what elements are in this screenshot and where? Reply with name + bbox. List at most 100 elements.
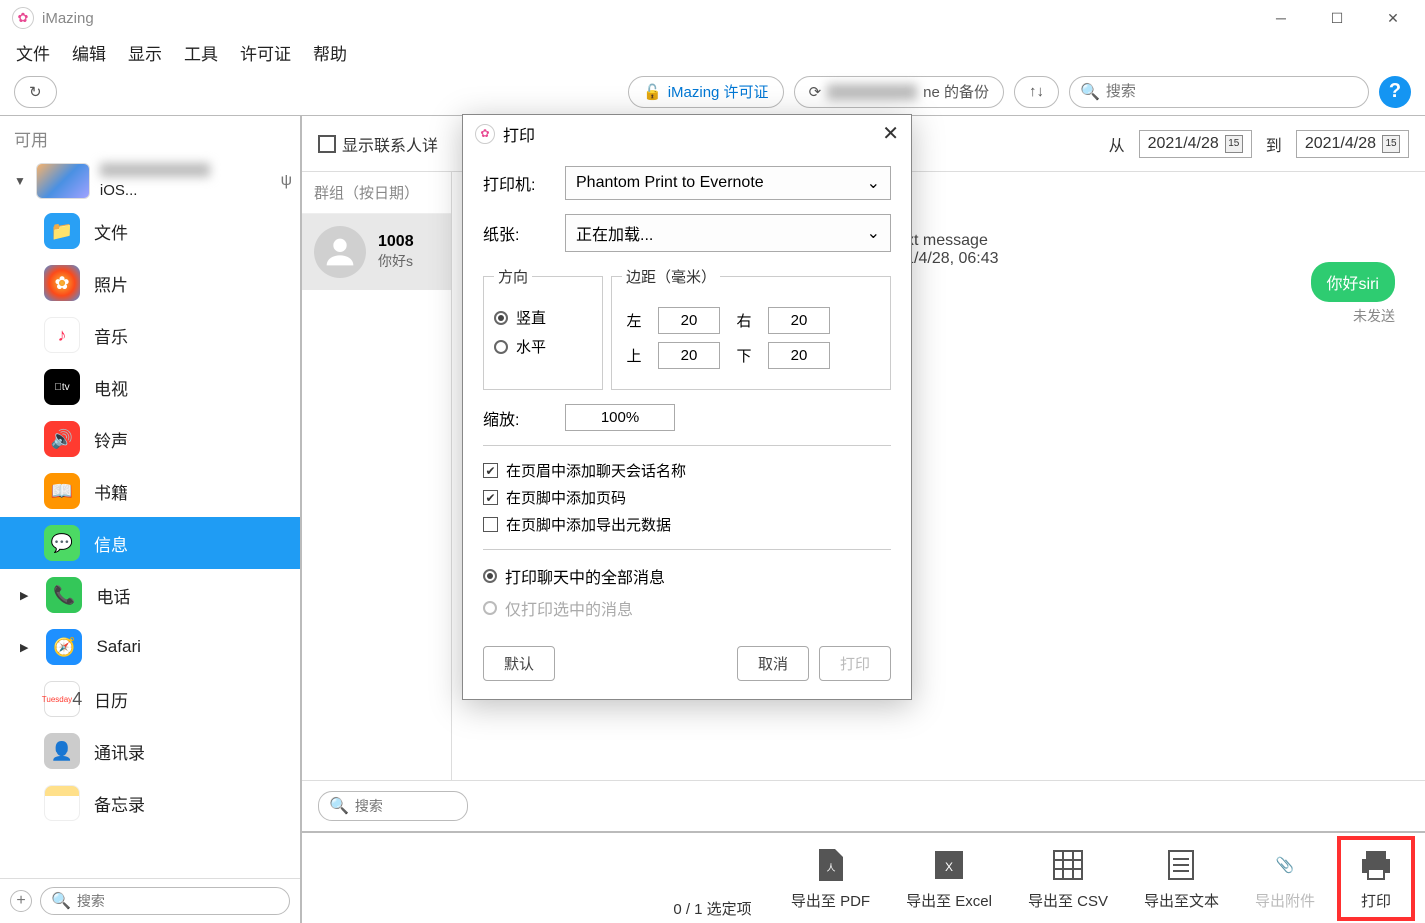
close-button[interactable]: ✕ — [1365, 0, 1421, 36]
folder-icon: 📁 — [44, 213, 80, 249]
sidebar-item-messages[interactable]: 💬信息 — [0, 517, 300, 569]
ringtone-icon: 🔊 — [44, 421, 80, 457]
menu-view[interactable]: 显示 — [128, 40, 162, 65]
help-button[interactable]: ? — [1379, 76, 1411, 108]
zoom-label: 缩放: — [483, 406, 555, 430]
minimize-button[interactable]: ─ — [1253, 0, 1309, 36]
chat-search[interactable]: 🔍 — [318, 791, 468, 821]
blurred-text — [827, 84, 917, 100]
group-item[interactable]: 1008 你好s — [302, 214, 451, 290]
export-pdf-button[interactable]: 人导出至 PDF — [777, 840, 884, 917]
footer-page-checkbox[interactable]: ✔在页脚中添加页码 — [483, 487, 891, 508]
export-text-button[interactable]: 导出至文本 — [1130, 840, 1233, 917]
license-button[interactable]: 🔓 iMazing 许可证 — [628, 76, 784, 108]
message-bubble[interactable]: 你好siri — [1311, 262, 1395, 302]
export-excel-button[interactable]: X导出至 Excel — [892, 840, 1006, 917]
margin-left-input[interactable] — [658, 307, 720, 334]
add-button[interactable]: + — [10, 890, 32, 912]
maximize-button[interactable]: ☐ — [1309, 0, 1365, 36]
show-contacts-label: 显示联系人详 — [342, 132, 438, 156]
sidebar-item-photos[interactable]: ✿照片 — [0, 257, 300, 309]
chevron-right-icon: ▶ — [20, 641, 28, 654]
device-row[interactable]: ▼ iOS... ψ — [0, 157, 300, 205]
margin-top-label: 上 — [622, 345, 646, 366]
search-icon: 🔍 — [51, 891, 71, 911]
action-label: 导出附件 — [1255, 890, 1315, 911]
sidebar: 可用 ▼ iOS... ψ 📁文件 ✿照片 ♪音乐 tv电视 🔊铃声 📖书籍 … — [0, 116, 302, 923]
search-input[interactable] — [1106, 83, 1358, 100]
paper-label: 纸张: — [483, 221, 555, 245]
device-image — [36, 163, 90, 199]
sidebar-item-phone[interactable]: ▶📞电话 — [0, 569, 300, 621]
groups-header: 群组（按日期） — [302, 172, 451, 214]
zoom-input[interactable] — [565, 404, 675, 431]
print-all-radio[interactable]: 打印聊天中的全部消息 — [483, 564, 891, 588]
printer-select[interactable]: Phantom Print to Evernote⌄ — [565, 166, 891, 200]
backup-button[interactable]: ⟳ ne 的备份 — [794, 76, 1004, 108]
menu-license[interactable]: 许可证 — [240, 40, 291, 65]
from-label: 从 — [1109, 132, 1125, 156]
to-date-value: 2021/4/28 — [1305, 135, 1376, 153]
margin-top-input[interactable] — [658, 342, 720, 369]
dialog-print-button[interactable]: 打印 — [819, 646, 891, 681]
global-search[interactable]: 🔍 — [1069, 76, 1369, 108]
margin-right-label: 右 — [732, 310, 756, 331]
sidebar-item-contacts[interactable]: 👤通讯录 — [0, 725, 300, 777]
printer-value: Phantom Print to Evernote — [576, 174, 764, 192]
checkbox-label: 在页脚中添加页码 — [506, 487, 626, 508]
print-button[interactable]: 打印 — [1337, 836, 1415, 921]
sidebar-item-music[interactable]: ♪音乐 — [0, 309, 300, 361]
refresh-button[interactable]: ↻ — [14, 76, 57, 108]
default-button[interactable]: 默认 — [483, 646, 555, 681]
to-label: 到 — [1266, 132, 1282, 156]
orientation-horizontal-radio[interactable]: 水平 — [494, 336, 592, 357]
sidebar-search[interactable]: 🔍 — [40, 887, 290, 915]
sidebar-item-files[interactable]: 📁文件 — [0, 205, 300, 257]
transfer-button[interactable]: ↑↓ — [1014, 76, 1059, 108]
sidebar-search-input[interactable] — [77, 893, 279, 909]
header-name-checkbox[interactable]: ✔在页眉中添加聊天会话名称 — [483, 460, 891, 481]
sidebar-item-books[interactable]: 📖书籍 — [0, 465, 300, 517]
sidebar-footer: + 🔍 — [0, 878, 300, 923]
excel-icon: X — [928, 846, 970, 884]
sidebar-item-ringtones[interactable]: 🔊铃声 — [0, 413, 300, 465]
svg-text:人: 人 — [826, 863, 835, 873]
menu-tools[interactable]: 工具 — [184, 40, 218, 65]
sidebar-item-safari[interactable]: ▶🧭Safari — [0, 621, 300, 673]
from-date-input[interactable]: 2021/4/2815 — [1139, 130, 1252, 158]
print-selected-radio[interactable]: 仅打印选中的消息 — [483, 596, 891, 620]
checkbox-label: 在页眉中添加聊天会话名称 — [506, 460, 686, 481]
sidebar-item-label: 通讯录 — [94, 739, 145, 764]
paper-value: 正在加载... — [576, 221, 653, 245]
menu-file[interactable]: 文件 — [16, 40, 50, 65]
sidebar-item-notes[interactable]: 备忘录 — [0, 777, 300, 829]
status-line: 0 / 1 选定项 — [673, 898, 751, 923]
dialog-close-button[interactable]: ✕ — [882, 121, 899, 146]
menu-help[interactable]: 帮助 — [313, 40, 347, 65]
sidebar-header: 可用 — [0, 116, 300, 157]
cancel-button[interactable]: 取消 — [737, 646, 809, 681]
unlock-icon: 🔓 — [643, 83, 662, 101]
orientation-legend: 方向 — [494, 266, 532, 287]
paper-select[interactable]: 正在加载...⌄ — [565, 214, 891, 252]
margin-bottom-input[interactable] — [768, 342, 830, 369]
refresh-icon: ⟳ — [809, 83, 822, 101]
orientation-fieldset: 方向 竖直 水平 — [483, 266, 603, 390]
sidebar-item-calendar[interactable]: Tuesday4日历 — [0, 673, 300, 725]
menu-edit[interactable]: 编辑 — [72, 40, 106, 65]
avatar-icon — [314, 226, 366, 278]
export-csv-button[interactable]: 导出至 CSV — [1014, 840, 1122, 917]
chat-search-input[interactable] — [355, 798, 457, 814]
books-icon: 📖 — [44, 473, 80, 509]
attachment-icon: 📎 — [1264, 846, 1306, 884]
footer-metadata-checkbox[interactable]: 在页脚中添加导出元数据 — [483, 514, 891, 535]
orientation-vertical-radio[interactable]: 竖直 — [494, 307, 592, 328]
dialog-title: 打印 — [503, 122, 535, 146]
to-date-input[interactable]: 2021/4/2815 — [1296, 130, 1409, 158]
dialog-titlebar: ✿ 打印 ✕ — [463, 115, 911, 152]
show-contacts-checkbox[interactable]: 显示联系人详 — [318, 132, 438, 156]
checkbox-label: 在页脚中添加导出元数据 — [506, 514, 671, 535]
margin-right-input[interactable] — [768, 307, 830, 334]
group-preview: 你好s — [378, 251, 414, 271]
sidebar-item-tv[interactable]: tv电视 — [0, 361, 300, 413]
